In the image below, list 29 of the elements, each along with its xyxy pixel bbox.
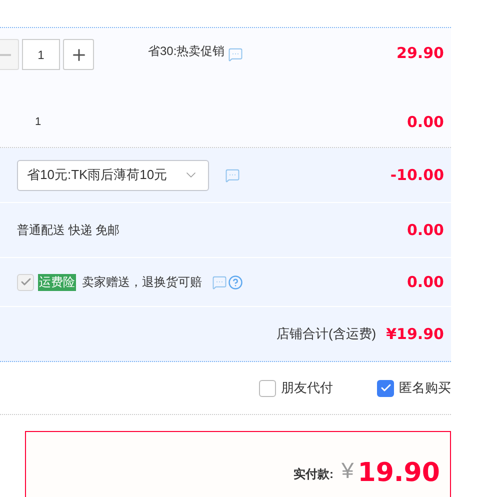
gift-quantity: 1 — [35, 115, 42, 130]
check-icon — [380, 382, 392, 394]
checkbox[interactable] — [259, 380, 276, 396]
shipping-amount: 0.00 — [406, 220, 444, 241]
message-icon[interactable] — [228, 47, 243, 62]
insurance-text: 卖家赠送，退换货可赔 — [82, 274, 202, 291]
insurance-amount: 0.00 — [406, 272, 444, 293]
shop-total-amount: ¥19.90 — [386, 324, 444, 345]
option-label[interactable]: 匿名购买 — [399, 378, 451, 398]
help-icon[interactable] — [228, 274, 243, 290]
checkbox[interactable] — [377, 380, 394, 396]
quantity-field[interactable]: 1 — [22, 39, 60, 70]
promotion-text: 省30:热卖促销 — [148, 43, 225, 60]
payment-amount: 19.90 — [358, 457, 440, 490]
payment-label: 实付款: — [294, 466, 334, 483]
gift-price: 0.00 — [406, 112, 444, 133]
coupon-select[interactable]: 省10元:TK雨后薄荷10元 — [17, 160, 209, 190]
coupon-amount: -10.00 — [390, 164, 444, 186]
message-icon[interactable] — [212, 274, 227, 290]
item-price: 29.90 — [396, 43, 444, 64]
insurance-badge: 运费险 — [38, 274, 76, 290]
message-icon[interactable] — [225, 168, 240, 182]
increase-button[interactable] — [63, 39, 94, 70]
currency-symbol: ¥ — [342, 457, 354, 485]
check-icon — [20, 276, 32, 288]
shop-total-label: 店铺合计(含运费) — [276, 325, 376, 344]
shipping-text: 普通配送 快递 免邮 — [17, 222, 120, 239]
minus-icon — [0, 54, 10, 56]
option-label[interactable]: 朋友代付 — [281, 378, 333, 398]
